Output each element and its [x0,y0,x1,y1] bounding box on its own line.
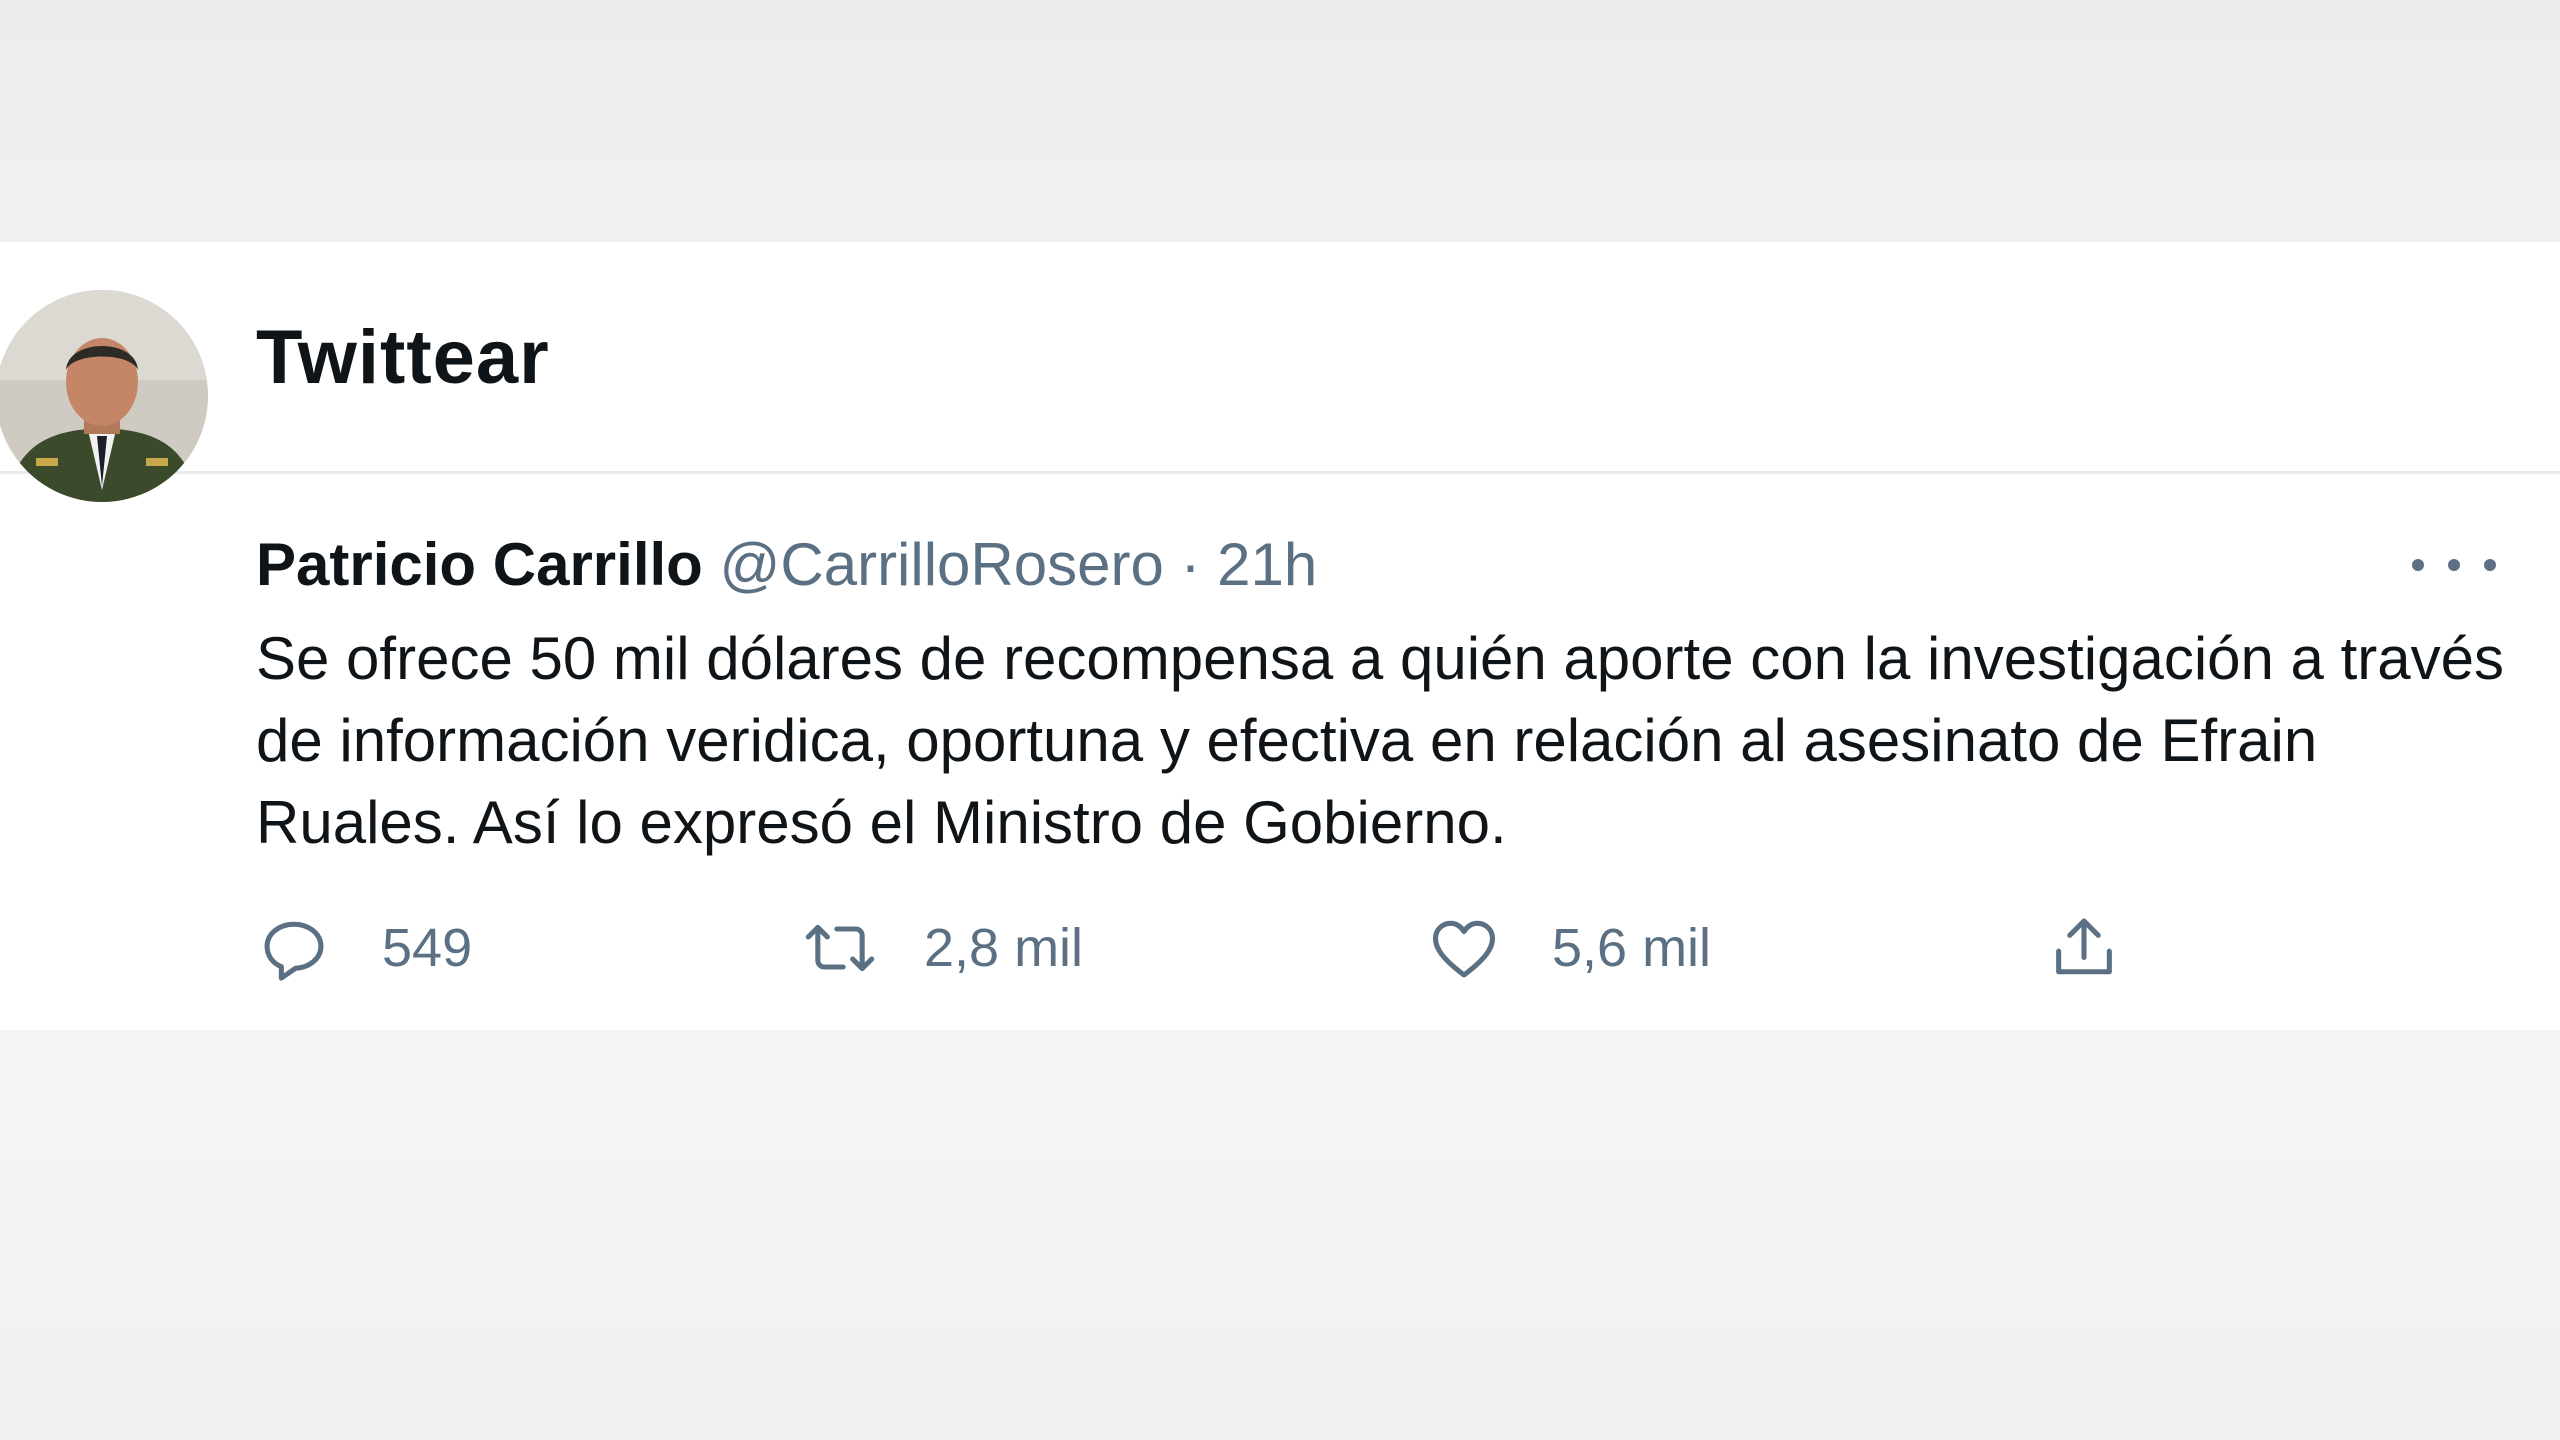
separator: · [1180,531,1201,598]
tweet-actions: 549 2,8 mil 5,6 mil [0,908,2560,988]
avatar[interactable] [0,290,208,502]
like-button[interactable]: 5,6 mil [1426,908,1711,988]
retweet-count: 2,8 mil [924,918,1084,978]
heart-icon [1432,920,1496,978]
share-icon [2056,918,2112,975]
like-count: 5,6 mil [1552,918,1712,978]
more-horizontal-icon [2448,559,2460,571]
more-horizontal-icon [2484,559,2496,571]
more-options-button[interactable] [2412,540,2496,590]
retweet-icon [805,924,875,972]
page-header: Twittear [0,242,2560,474]
retweet-button[interactable]: 2,8 mil [798,908,1083,988]
more-horizontal-icon [2412,559,2424,571]
page-title: Twittear [256,315,550,400]
reply-icon [264,921,324,981]
timestamp[interactable]: 21h [1217,531,1317,598]
bottom-background [0,1030,2560,1440]
tweet-header: Patricio Carrillo @CarrilloRosero · 21h [256,530,1317,600]
tweet-text: Se ofrece 50 mil dólares de recompensa a… [256,625,2504,856]
reply-count: 549 [382,918,473,978]
author-handle[interactable]: @CarrilloRosero [719,531,1163,598]
share-button[interactable] [2046,908,2122,988]
top-background [0,0,2560,242]
reply-button[interactable]: 549 [256,908,472,988]
author-name[interactable]: Patricio Carrillo [256,531,703,598]
